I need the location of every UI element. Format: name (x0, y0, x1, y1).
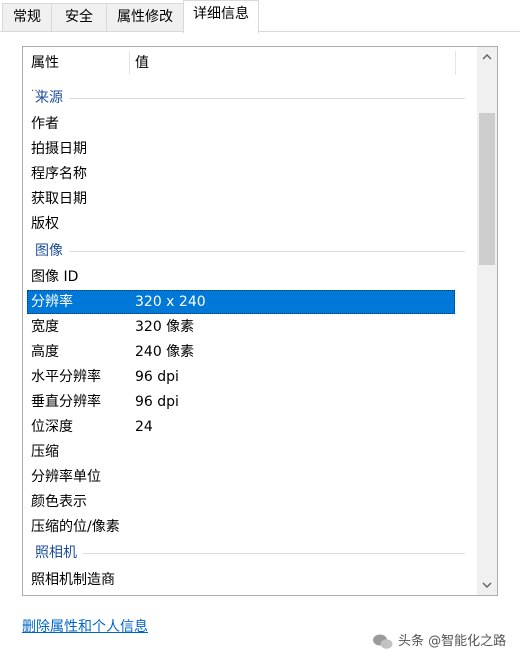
group-label: 图像 (35, 243, 63, 259)
property-name: 压缩 (31, 444, 59, 460)
property-name: 图像 ID (31, 269, 79, 285)
list-item[interactable]: 图像 ID (27, 265, 455, 289)
property-name: 分辨率单位 (31, 469, 101, 485)
list-item[interactable]: 分辨率单位 (27, 465, 455, 489)
watermark: 头条 @智能化之路 (372, 629, 512, 655)
property-name: 程序名称 (31, 166, 87, 182)
list-header: 属性 值 (23, 47, 477, 77)
list-item[interactable]: 压缩的位/像素 (27, 515, 455, 539)
list-item[interactable]: 高度 240 像素 (27, 340, 455, 364)
group-divider (83, 553, 465, 554)
group-header-camera[interactable]: 照相机 (35, 542, 465, 564)
list-item[interactable]: 获取日期 (27, 187, 455, 211)
group-divider (69, 98, 465, 99)
property-value: 240 像素 (135, 344, 195, 360)
tab-security[interactable]: 安全 (51, 3, 107, 31)
list-item[interactable]: 水平分辨率 96 dpi (27, 365, 455, 389)
tab-details[interactable]: 详细信息 (183, 0, 259, 33)
list-item-selected[interactable]: 分辨率 320 x 240 (27, 290, 455, 314)
property-name: 水平分辨率 (31, 369, 101, 385)
column-separator[interactable] (455, 51, 456, 75)
list-item[interactable]: 照相机制造商 (27, 568, 455, 592)
property-name: 高度 (31, 344, 59, 360)
property-name: 分辨率 (31, 294, 73, 310)
property-name: 作者 (31, 116, 59, 132)
property-value: 320 像素 (135, 319, 195, 335)
column-header-value[interactable]: 值 (135, 47, 149, 77)
tab-attribute-modify[interactable]: 属性修改 (106, 3, 184, 31)
property-name: 照相机制造商 (31, 572, 115, 588)
list-item[interactable]: 压缩 (27, 440, 455, 464)
property-name: 颜色表示 (31, 494, 87, 510)
list-item[interactable]: 作者 (27, 112, 455, 136)
tab-divider (0, 31, 520, 32)
group-divider (69, 251, 465, 252)
list-item[interactable]: 颜色表示 (27, 490, 455, 514)
list-item[interactable]: 拍摄日期 (27, 137, 455, 161)
chevron-down-icon (482, 582, 492, 588)
scroll-up-button[interactable] (477, 47, 497, 67)
watermark-text: 头条 @智能化之路 (398, 634, 507, 649)
tab-bar: 常规 安全 属性修改 详细信息 (0, 0, 520, 33)
property-name: 获取日期 (31, 191, 87, 207)
group-header-source[interactable]: 来源 (35, 87, 465, 109)
property-name: 拍摄日期 (31, 141, 87, 157)
property-name: 压缩的位/像素 (31, 519, 120, 535)
column-separator[interactable] (129, 51, 130, 75)
chevron-up-icon (482, 54, 492, 60)
property-value: 96 dpi (135, 369, 179, 385)
group-label: 照相机 (35, 545, 77, 561)
property-name: 版权 (31, 216, 59, 232)
property-name: 位深度 (31, 419, 73, 435)
scroll-down-button[interactable] (477, 575, 497, 595)
remove-properties-link[interactable]: 删除属性和个人信息 (22, 616, 148, 636)
list-item[interactable]: 宽度 320 像素 (27, 315, 455, 339)
property-value: 96 dpi (135, 394, 179, 410)
group-header-image[interactable]: 图像 (35, 240, 465, 262)
list-item[interactable]: 程序名称 (27, 162, 455, 186)
list-item[interactable]: 垂直分辨率 96 dpi (27, 390, 455, 414)
property-value: 320 x 240 (135, 294, 206, 310)
column-header-property[interactable]: 属性 (31, 47, 59, 77)
group-label: 来源 (35, 90, 63, 106)
tab-general[interactable]: 常规 (2, 3, 52, 31)
list-item[interactable]: 版权 (27, 212, 455, 236)
list-body: 来源 作者 拍摄日期 程序名称 获取日期 版权 图像 图像 ID 分辨率 320 … (23, 75, 477, 595)
property-value: 24 (135, 419, 153, 435)
property-name: 垂直分辨率 (31, 394, 101, 410)
scrollbar-thumb[interactable] (479, 113, 495, 265)
property-name: 宽度 (31, 319, 59, 335)
property-list[interactable]: 属性 值 … 来源 作者 拍摄日期 程序名称 获取日期 版权 图像 图像 ID … (22, 46, 498, 596)
list-item[interactable]: 位深度 24 (27, 415, 455, 439)
wechat-bubbles-icon (373, 634, 393, 649)
vertical-scrollbar[interactable] (477, 47, 497, 595)
